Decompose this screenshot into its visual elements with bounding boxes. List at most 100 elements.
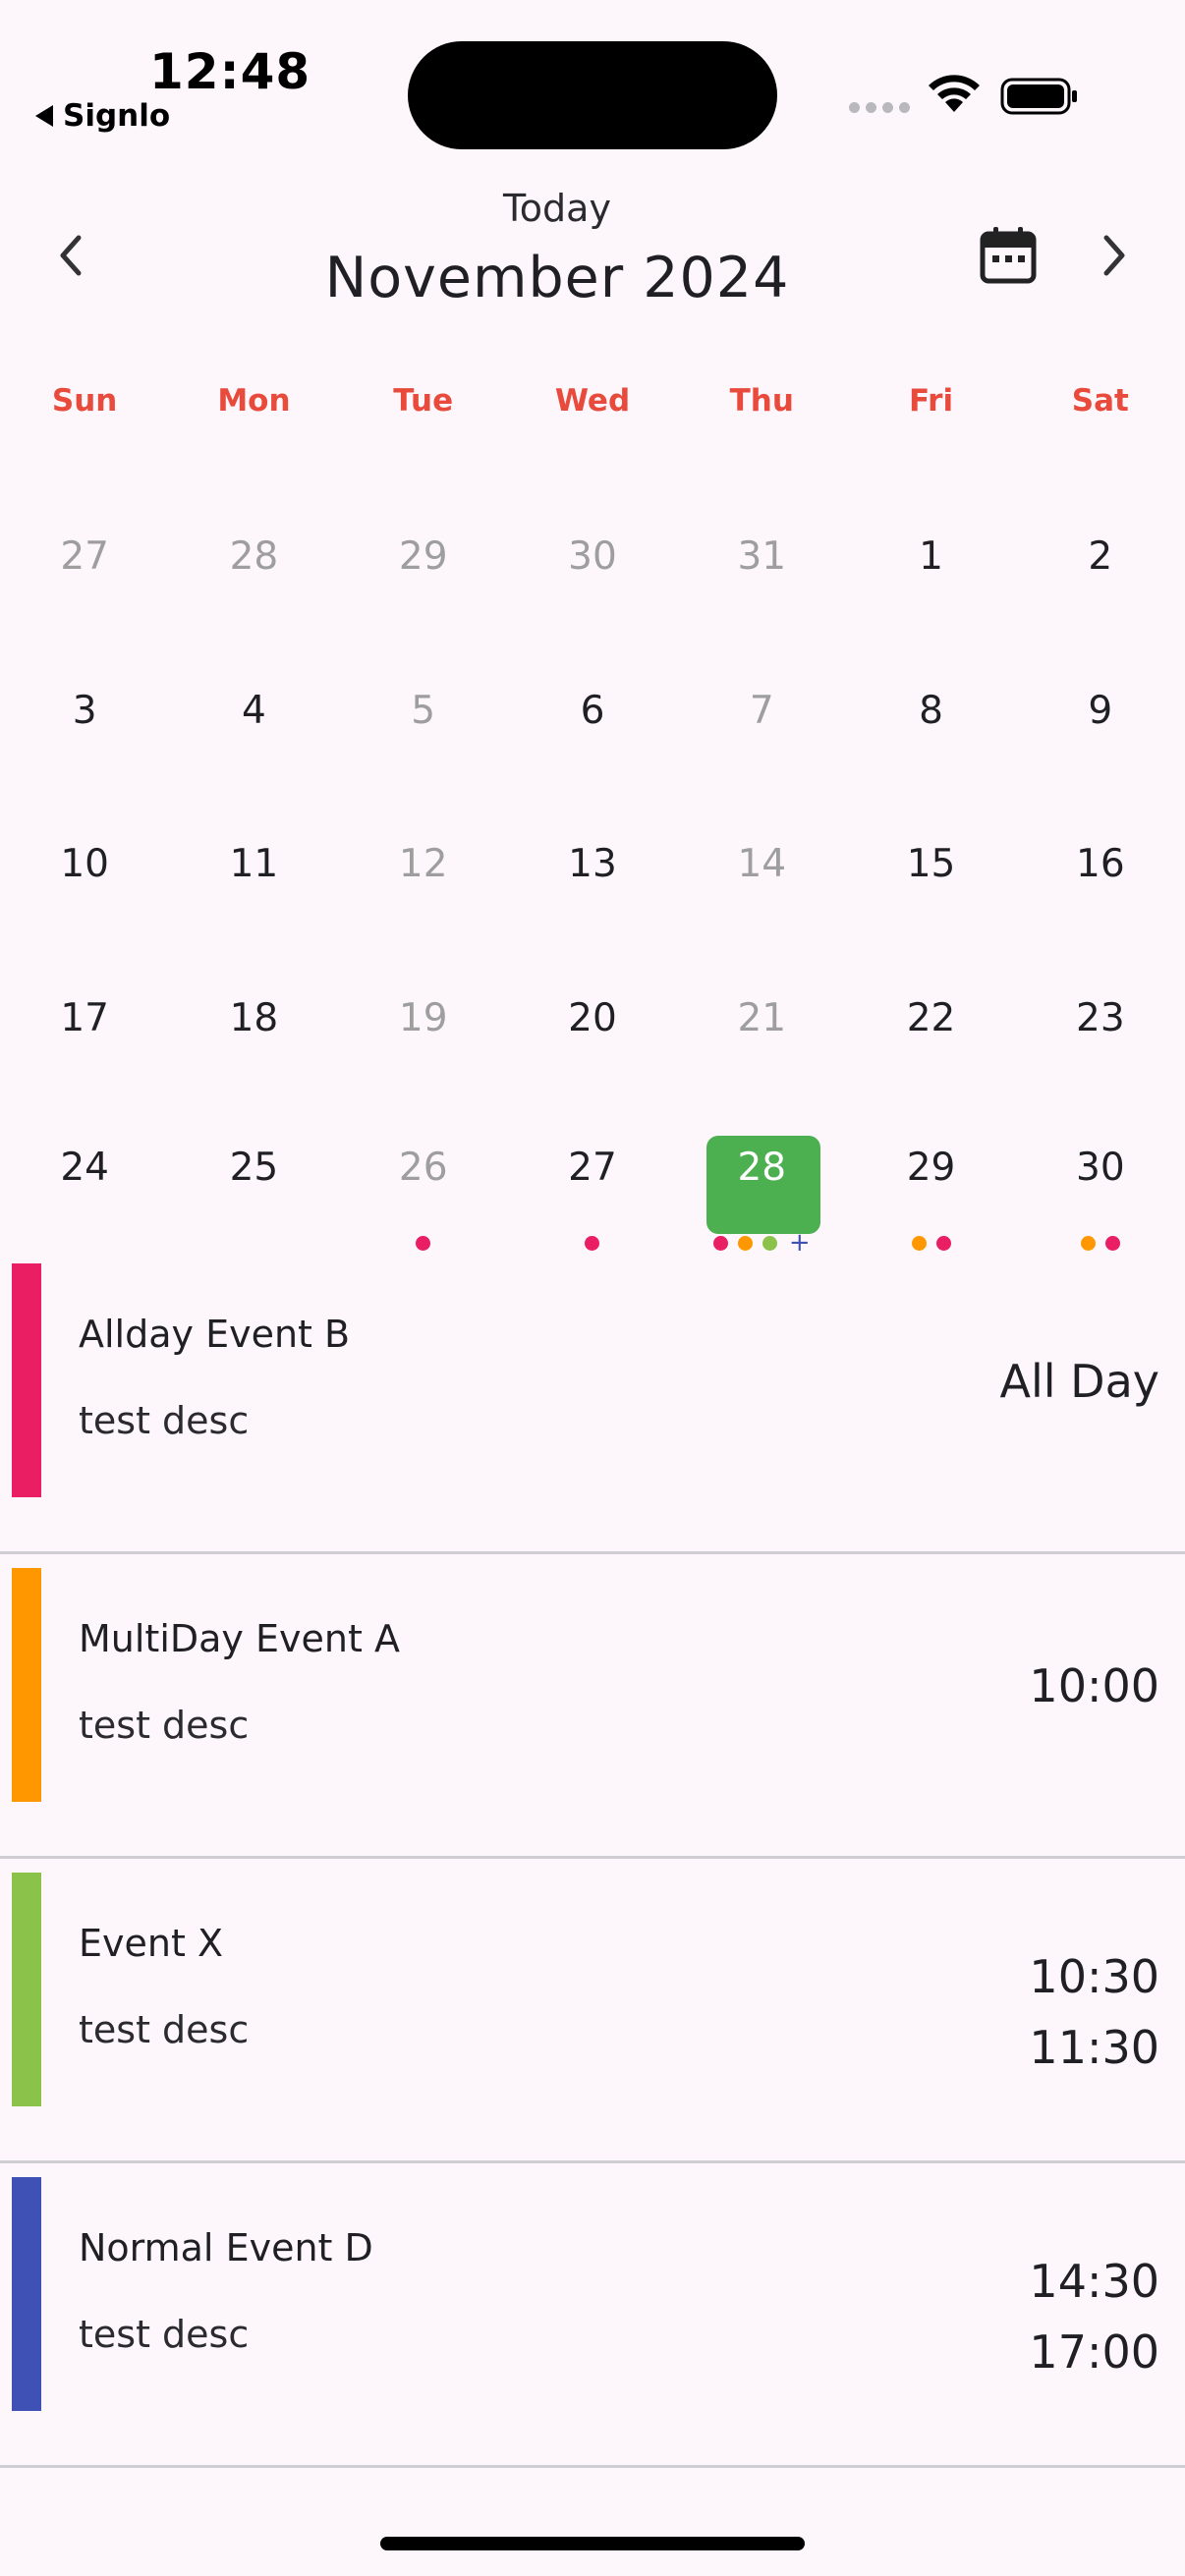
event-time-line: 17:00 [1029, 2325, 1159, 2379]
day-cell[interactable]: 13 [508, 789, 677, 943]
dynamic-island [408, 41, 777, 149]
event-dots [1016, 1236, 1185, 1251]
event-item[interactable]: Normal Event D test desc 14:30 17:00 [0, 2163, 1185, 2468]
day-cell[interactable]: 19 [339, 943, 508, 1097]
more-events-plus-icon: + [788, 1228, 811, 1258]
day-cell[interactable]: 28 [169, 481, 338, 636]
day-cell[interactable]: 12 [339, 789, 508, 943]
week-row: 27 28 29 30 31 1 2 [0, 481, 1185, 636]
day-number: 29 [398, 534, 448, 579]
day-number: 11 [229, 842, 279, 886]
event-dot [416, 1236, 431, 1251]
day-cell[interactable]: 30 [1016, 1096, 1185, 1251]
battery-icon [1000, 78, 1077, 115]
event-dot [935, 1236, 951, 1251]
back-arrow-icon [35, 105, 53, 127]
day-cell[interactable]: 27 [0, 481, 169, 636]
day-cell[interactable]: 30 [508, 481, 677, 636]
month-grid: 27 28 29 30 31 1 2 3 4 5 6 7 8 9 10 11 12 13 14 15 16 17 18 19 2… [0, 481, 1185, 1258]
event-item[interactable]: Event X test desc 10:30 11:30 [0, 1859, 1185, 2163]
home-indicator[interactable] [380, 2537, 805, 2550]
event-dots: + [677, 1228, 846, 1258]
event-title: Allday Event B [79, 1313, 351, 1356]
day-cell[interactable]: 18 [169, 943, 338, 1097]
day-cell[interactable]: 11 [169, 789, 338, 943]
day-cell[interactable]: 5 [339, 636, 508, 790]
event-item[interactable]: MultiDay Event A test desc 10:00 [0, 1554, 1185, 1859]
day-cell[interactable]: 20 [508, 943, 677, 1097]
week-row: 24 25 26 27 28 +29 30 [0, 1096, 1185, 1258]
day-number: 19 [398, 995, 448, 1040]
day-cell[interactable]: 16 [1016, 789, 1185, 943]
day-number: 23 [1076, 995, 1125, 1040]
event-item[interactable]: Allday Event B test desc All Day [0, 1250, 1185, 1554]
day-number: 17 [60, 995, 109, 1040]
weekday-header: Sun Mon Tue Wed Thu Fri Sat [0, 383, 1185, 419]
day-cell[interactable]: 3 [0, 636, 169, 790]
day-number: 2 [1088, 534, 1113, 579]
day-cell[interactable]: 26 [339, 1096, 508, 1251]
day-cell[interactable]: 8 [846, 636, 1015, 790]
today-button[interactable]: Today [0, 187, 1114, 230]
event-color-bar [12, 2177, 41, 2411]
day-cell[interactable]: 1 [846, 481, 1015, 636]
day-cell[interactable]: 31 [677, 481, 846, 636]
day-cell[interactable]: 17 [0, 943, 169, 1097]
day-number: 13 [568, 842, 617, 886]
day-cell[interactable]: 9 [1016, 636, 1185, 790]
day-cell[interactable]: 23 [1016, 943, 1185, 1097]
day-number: 18 [229, 995, 279, 1040]
event-time: 14:30 17:00 [1029, 2246, 1159, 2387]
day-number: 20 [568, 995, 617, 1040]
event-time: All Day [1000, 1346, 1159, 1417]
day-cell[interactable]: 14 [677, 789, 846, 943]
day-number: 14 [737, 842, 787, 886]
weekday-label: Wed [554, 383, 631, 419]
event-title: Event X [79, 1922, 223, 1965]
day-cell[interactable]: 29 [846, 1096, 1015, 1251]
month-title: November 2024 [324, 246, 790, 310]
day-cell[interactable]: 24 [0, 1096, 169, 1251]
event-title: Normal Event D [79, 2226, 373, 2269]
calendar-picker-icon[interactable] [978, 224, 1039, 287]
day-number: 27 [568, 1146, 617, 1190]
day-cell[interactable]: 6 [508, 636, 677, 790]
day-number: 15 [906, 842, 956, 886]
day-cell-selected[interactable]: 28 + [677, 1096, 846, 1258]
event-color-bar [12, 1263, 41, 1497]
event-dot [712, 1236, 728, 1251]
weekday-label: Sun [51, 383, 118, 419]
day-number: 28 [737, 1146, 787, 1190]
day-number: 31 [737, 534, 787, 579]
event-time-line: All Day [999, 1355, 1159, 1408]
day-number: 22 [906, 995, 956, 1040]
day-cell[interactable]: 22 [846, 943, 1015, 1097]
week-row: 3 4 5 6 7 8 9 [0, 636, 1185, 790]
previous-month-icon[interactable] [49, 228, 92, 283]
day-cell[interactable]: 21 [677, 943, 846, 1097]
event-dot [1104, 1236, 1120, 1251]
event-dots [339, 1236, 508, 1251]
day-cell[interactable]: 4 [169, 636, 338, 790]
week-row: 17 18 19 20 21 22 23 [0, 943, 1185, 1097]
back-to-app-button[interactable]: Signlo [35, 98, 170, 134]
day-number: 9 [1088, 688, 1113, 733]
event-dot [1080, 1236, 1096, 1251]
day-number: 8 [919, 688, 943, 733]
day-cell[interactable]: 25 [169, 1096, 338, 1251]
event-time-line: 14:30 [1029, 2255, 1159, 2308]
day-number: 25 [229, 1146, 279, 1190]
event-time-line: 10:00 [1029, 1659, 1159, 1712]
day-number: 28 [229, 534, 279, 579]
next-month-icon[interactable] [1093, 228, 1136, 283]
event-time: 10:00 [1029, 1651, 1159, 1721]
day-cell[interactable]: 15 [846, 789, 1015, 943]
day-number: 27 [60, 534, 109, 579]
event-description: test desc [79, 1704, 250, 1747]
day-cell[interactable]: 27 [508, 1096, 677, 1251]
day-cell[interactable]: 2 [1016, 481, 1185, 636]
day-cell[interactable]: 29 [339, 481, 508, 636]
day-cell[interactable]: 10 [0, 789, 169, 943]
cellular-signal-icon [849, 102, 910, 113]
day-cell[interactable]: 7 [677, 636, 846, 790]
